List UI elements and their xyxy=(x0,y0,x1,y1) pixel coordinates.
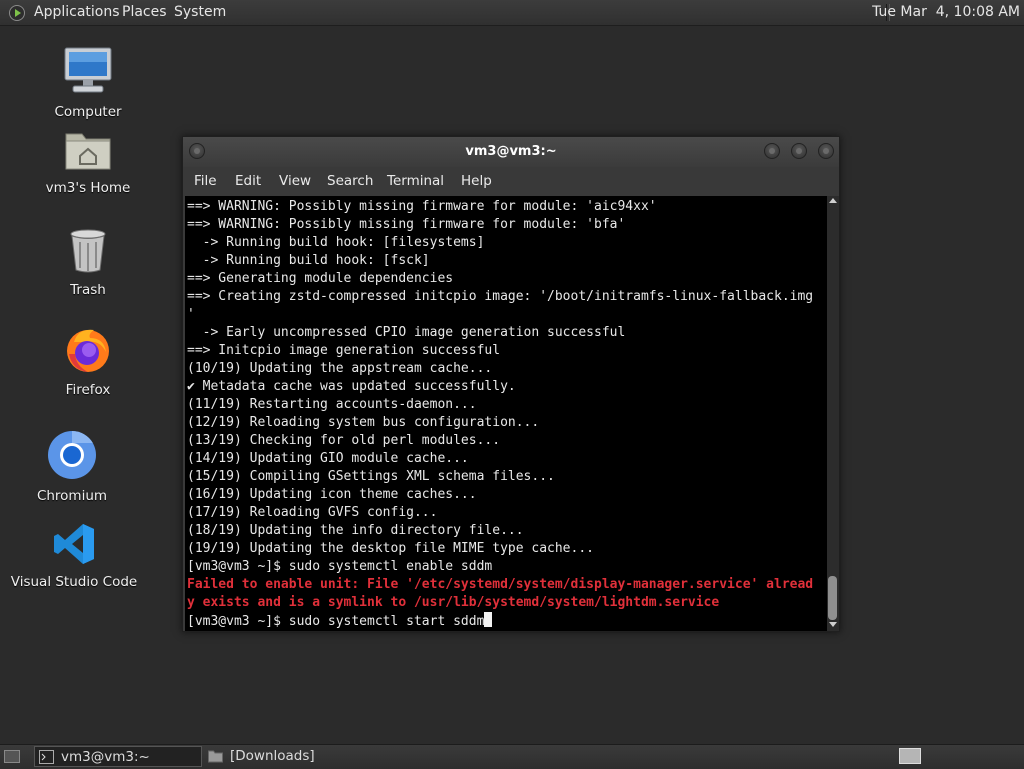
maximize-button[interactable] xyxy=(791,143,807,159)
close-button[interactable] xyxy=(818,143,834,159)
firefox-icon xyxy=(67,329,109,372)
taskbar-item-label: [Downloads] xyxy=(230,748,315,764)
terminal-line: (18/19) Updating the info directory file… xyxy=(187,523,524,538)
desktop-icon-vscode[interactable]: Visual Studio Code xyxy=(9,522,139,590)
terminal-line: (19/19) Updating the desktop file MIME t… xyxy=(187,541,594,556)
terminal-icon xyxy=(39,750,54,764)
applications-menu[interactable]: Applications xyxy=(34,0,120,25)
terminal-line: (12/19) Reloading system bus configurati… xyxy=(187,415,540,430)
home-folder-icon xyxy=(65,133,111,170)
minimize-button[interactable] xyxy=(764,143,780,159)
taskbar-item-terminal[interactable]: vm3@vm3:~ xyxy=(34,746,202,767)
terminal-line: (13/19) Checking for old perl modules... xyxy=(187,433,501,448)
applications-menu-icon[interactable] xyxy=(9,5,25,21)
vscode-icon xyxy=(54,524,94,564)
terminal-scrollbar[interactable] xyxy=(827,196,839,631)
scrollbar-thumb[interactable] xyxy=(828,576,837,620)
terminal-line: (10/19) Updating the appstream cache... xyxy=(187,361,493,376)
scroll-down-arrow-icon[interactable] xyxy=(829,622,837,627)
terminal-line: ' xyxy=(187,307,195,322)
terminal-line: ==> WARNING: Possibly missing firmware f… xyxy=(187,199,657,214)
desktop-icon-firefox[interactable]: Firefox xyxy=(23,326,153,398)
terminal-line: (11/19) Restarting accounts-daemon... xyxy=(187,397,477,412)
terminal-menubar: File Edit View Search Terminal Help xyxy=(183,167,839,196)
terminal-line: ==> Initcpio image generation successful xyxy=(187,343,501,358)
desktop-icon-computer[interactable]: Computer xyxy=(23,46,153,120)
trash-icon xyxy=(70,229,106,273)
terminal-line: (17/19) Reloading GVFS config... xyxy=(187,505,438,520)
terminal-line: -> Running build hook: [fsck] xyxy=(187,253,430,268)
terminal-line: ==> WARNING: Possibly missing firmware f… xyxy=(187,217,626,232)
terminal-error-line: Failed to enable unit: File '/etc/system… xyxy=(187,577,814,592)
terminal-line: -> Early uncompressed CPIO image generat… xyxy=(187,325,626,340)
menu-help[interactable]: Help xyxy=(461,167,492,196)
desktop-icon-label: Firefox xyxy=(65,382,111,398)
clock[interactable]: Tue Mar 4, 10:08 AM xyxy=(872,0,1020,25)
chromium-icon xyxy=(48,431,96,479)
terminal-error-line: y exists and is a symlink to /usr/lib/sy… xyxy=(187,595,720,610)
menu-terminal[interactable]: Terminal xyxy=(387,167,444,196)
terminal-output[interactable]: ==> WARNING: Possibly missing firmware f… xyxy=(185,196,827,631)
terminal-line: [vm3@vm3 ~]$ sudo systemctl enable sddm xyxy=(187,559,493,574)
window-title: vm3@vm3:~ xyxy=(465,144,557,159)
terminal-prompt-line: [vm3@vm3 ~]$ sudo systemctl start sddm xyxy=(187,612,493,630)
desktop-icon-home[interactable]: vm3's Home xyxy=(23,128,153,196)
text-cursor xyxy=(484,612,493,627)
taskbar-item-label: vm3@vm3:~ xyxy=(61,749,150,765)
menu-edit[interactable]: Edit xyxy=(235,167,261,196)
terminal-line: ==> Creating zstd-compressed initcpio im… xyxy=(187,289,814,304)
taskbar-item-downloads[interactable]: [Downloads] xyxy=(204,746,404,767)
show-desktop-button[interactable] xyxy=(4,750,20,763)
folder-icon xyxy=(208,750,223,763)
desktop-icon-label: Trash xyxy=(70,282,106,298)
menu-view[interactable]: View xyxy=(279,167,311,196)
desktop-icon-trash[interactable]: Trash xyxy=(23,228,153,298)
scroll-up-arrow-icon[interactable] xyxy=(829,198,837,203)
menu-file[interactable]: File xyxy=(194,167,217,196)
top-panel: Applications Places System Tue Mar 4, 10… xyxy=(0,0,1024,26)
workspace-switcher[interactable] xyxy=(899,748,921,764)
bottom-panel: vm3@vm3:~ [Downloads] xyxy=(0,744,1024,769)
terminal-line: ✔ Metadata cache was updated successfull… xyxy=(187,379,516,394)
window-titlebar[interactable]: vm3@vm3:~ xyxy=(183,137,839,167)
desktop-icon-label: Visual Studio Code xyxy=(10,574,138,590)
terminal-line: ==> Generating module dependencies xyxy=(187,271,454,286)
terminal-window[interactable]: vm3@vm3:~ File Edit View Search Terminal… xyxy=(182,136,840,632)
terminal-line: -> Running build hook: [filesystems] xyxy=(187,235,485,250)
system-menu[interactable]: System xyxy=(174,0,226,25)
terminal-line: (14/19) Updating GIO module cache... xyxy=(187,451,469,466)
terminal-line: (16/19) Updating icon theme caches... xyxy=(187,487,477,502)
desktop-icon-chromium[interactable]: Chromium xyxy=(7,430,137,504)
desktop-icon-label: Chromium xyxy=(36,488,108,504)
desktop-icon-label: Computer xyxy=(54,104,122,120)
terminal-prompt: [vm3@vm3 ~]$ sudo systemctl start sddm xyxy=(187,614,485,629)
terminal-line: (15/19) Compiling GSettings XML schema f… xyxy=(187,469,555,484)
desktop-icon-label: vm3's Home xyxy=(45,180,131,196)
places-menu[interactable]: Places xyxy=(122,0,167,25)
menu-search[interactable]: Search xyxy=(327,167,373,196)
computer-icon xyxy=(64,47,112,93)
